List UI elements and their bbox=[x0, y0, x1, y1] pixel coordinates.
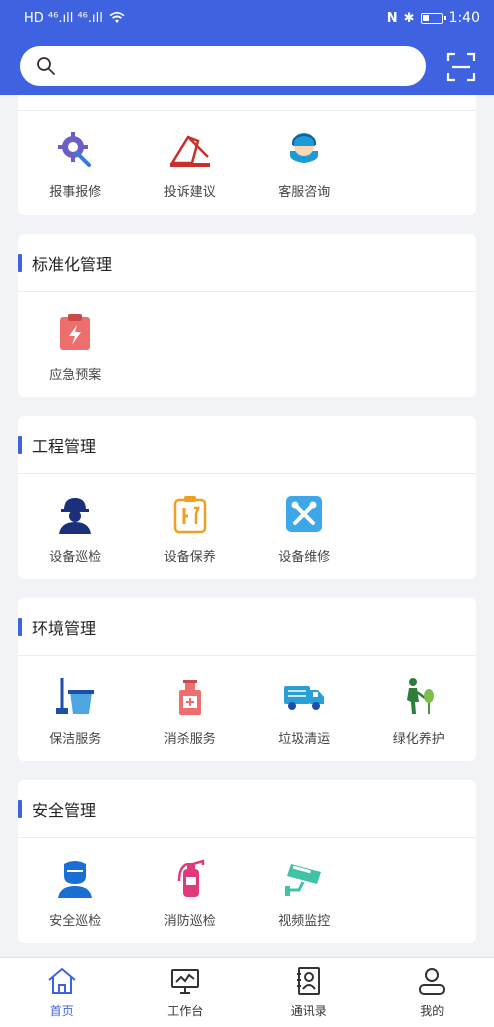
card-services: 报事报修 投诉建议 客服咨询 bbox=[18, 95, 476, 215]
tab-home[interactable]: 首页 bbox=[0, 958, 124, 1027]
item-label: 设备维修 bbox=[278, 550, 331, 565]
grid-services: 报事报修 投诉建议 客服咨询 bbox=[18, 111, 476, 235]
item-safety-inspection[interactable]: 安全巡检 bbox=[18, 856, 133, 943]
status-time: 1:40 bbox=[448, 10, 480, 26]
item-label: 报事报修 bbox=[49, 185, 102, 200]
battery-icon bbox=[420, 12, 446, 24]
item-complaint[interactable]: 投诉建议 bbox=[133, 127, 248, 235]
nfc-icon: N bbox=[386, 10, 398, 26]
worker-icon bbox=[53, 492, 97, 536]
network-indicator: HD ⁴⁶.ıll ⁴⁶.ıll bbox=[24, 10, 103, 26]
section-title: 标准化管理 bbox=[18, 234, 476, 292]
card-environment: 环境管理 保洁服务 消杀服务 垃圾清运 绿化养护 bbox=[18, 598, 476, 761]
item-label: 设备巡检 bbox=[49, 550, 102, 565]
header: HD ⁴⁶.ıll ⁴⁶.ıll N ✱ 1:40 bbox=[0, 0, 494, 95]
mop-bucket-icon bbox=[53, 674, 97, 718]
grid-engineering: 设备巡检 设备保养 设备维修 bbox=[18, 474, 476, 579]
clipboard-lightning-icon bbox=[53, 310, 97, 354]
envelope-icon bbox=[168, 127, 212, 171]
item-equipment-inspection[interactable]: 设备巡检 bbox=[18, 492, 133, 579]
tab-label: 我的 bbox=[420, 1004, 445, 1018]
contacts-icon bbox=[294, 966, 324, 996]
card-engineering: 工程管理 设备巡检 设备保养 设备维修 bbox=[18, 416, 476, 579]
bottom-tab-bar: 首页 工作台 通讯录 我的 bbox=[0, 957, 494, 1027]
monitor-icon bbox=[170, 966, 200, 996]
item-label: 应急预案 bbox=[49, 368, 102, 383]
item-cleaning[interactable]: 保洁服务 bbox=[18, 674, 133, 761]
tab-profile[interactable]: 我的 bbox=[371, 958, 494, 1027]
wifi-icon bbox=[109, 12, 125, 23]
item-label: 视频监控 bbox=[278, 914, 331, 929]
user-icon bbox=[417, 966, 447, 996]
grid-environment: 保洁服务 消杀服务 垃圾清运 绿化养护 bbox=[18, 656, 476, 761]
item-label: 设备保养 bbox=[163, 550, 216, 565]
search-input[interactable] bbox=[64, 46, 426, 86]
card-safety: 安全管理 安全巡检 消防巡检 视频监控 bbox=[18, 780, 476, 943]
card-header-partial bbox=[18, 95, 476, 111]
fire-extinguisher-icon bbox=[168, 856, 212, 900]
item-label: 客服咨询 bbox=[278, 185, 331, 200]
guard-icon bbox=[53, 856, 97, 900]
section-title: 环境管理 bbox=[18, 598, 476, 656]
item-equipment-maintenance[interactable]: 设备保养 bbox=[133, 492, 248, 579]
headset-icon bbox=[282, 127, 326, 171]
gear-wrench-icon bbox=[53, 127, 97, 171]
item-disinfection[interactable]: 消杀服务 bbox=[133, 674, 248, 761]
card-standardization: 标准化管理 应急预案 bbox=[18, 234, 476, 397]
item-label: 消杀服务 bbox=[163, 732, 216, 747]
garbage-truck-icon bbox=[282, 674, 326, 718]
scan-button[interactable] bbox=[446, 52, 476, 82]
item-customer-service[interactable]: 客服咨询 bbox=[247, 127, 362, 235]
item-fire-inspection[interactable]: 消防巡检 bbox=[133, 856, 248, 943]
status-bar: HD ⁴⁶.ıll ⁴⁶.ıll N ✱ 1:40 bbox=[0, 0, 494, 36]
tab-label: 通讯录 bbox=[290, 1004, 327, 1018]
maintenance-icon bbox=[168, 492, 212, 536]
item-video-surveillance[interactable]: 视频监控 bbox=[247, 856, 362, 943]
search-row bbox=[0, 46, 494, 86]
grid-standardization: 应急预案 bbox=[18, 292, 476, 397]
tab-label: 首页 bbox=[49, 1004, 74, 1018]
item-greening[interactable]: 绿化养护 bbox=[362, 674, 477, 761]
item-label: 垃圾清运 bbox=[278, 732, 331, 747]
item-label: 绿化养护 bbox=[392, 732, 445, 747]
tab-contacts[interactable]: 通讯录 bbox=[247, 958, 371, 1027]
tab-workbench[interactable]: 工作台 bbox=[124, 958, 248, 1027]
item-garbage-removal[interactable]: 垃圾清运 bbox=[247, 674, 362, 761]
scan-icon bbox=[446, 52, 476, 82]
section-title: 工程管理 bbox=[18, 416, 476, 474]
item-report-repair[interactable]: 报事报修 bbox=[18, 127, 133, 235]
status-right: N ✱ 1:40 bbox=[387, 10, 480, 26]
search-box[interactable] bbox=[20, 46, 426, 86]
cctv-camera-icon bbox=[282, 856, 326, 900]
item-label: 投诉建议 bbox=[163, 185, 216, 200]
item-equipment-repair[interactable]: 设备维修 bbox=[247, 492, 362, 579]
bluetooth-icon: ✱ bbox=[403, 10, 415, 26]
tab-label: 工作台 bbox=[167, 1004, 204, 1018]
tools-icon bbox=[282, 492, 326, 536]
section-title: 安全管理 bbox=[18, 780, 476, 838]
content: 报事报修 投诉建议 客服咨询 标准化管理 应急预案 工程管理 设备巡检 设备保养… bbox=[0, 95, 494, 957]
grid-safety: 安全巡检 消防巡检 视频监控 bbox=[18, 838, 476, 943]
home-icon bbox=[47, 966, 77, 996]
sanitizer-icon bbox=[168, 674, 212, 718]
item-label: 消防巡检 bbox=[163, 914, 216, 929]
status-left: HD ⁴⁶.ıll ⁴⁶.ıll bbox=[24, 11, 125, 26]
item-label: 安全巡检 bbox=[49, 914, 102, 929]
gardener-icon bbox=[397, 674, 441, 718]
search-icon bbox=[37, 57, 55, 75]
item-label: 保洁服务 bbox=[49, 732, 102, 747]
item-emergency-plan[interactable]: 应急预案 bbox=[18, 310, 133, 397]
